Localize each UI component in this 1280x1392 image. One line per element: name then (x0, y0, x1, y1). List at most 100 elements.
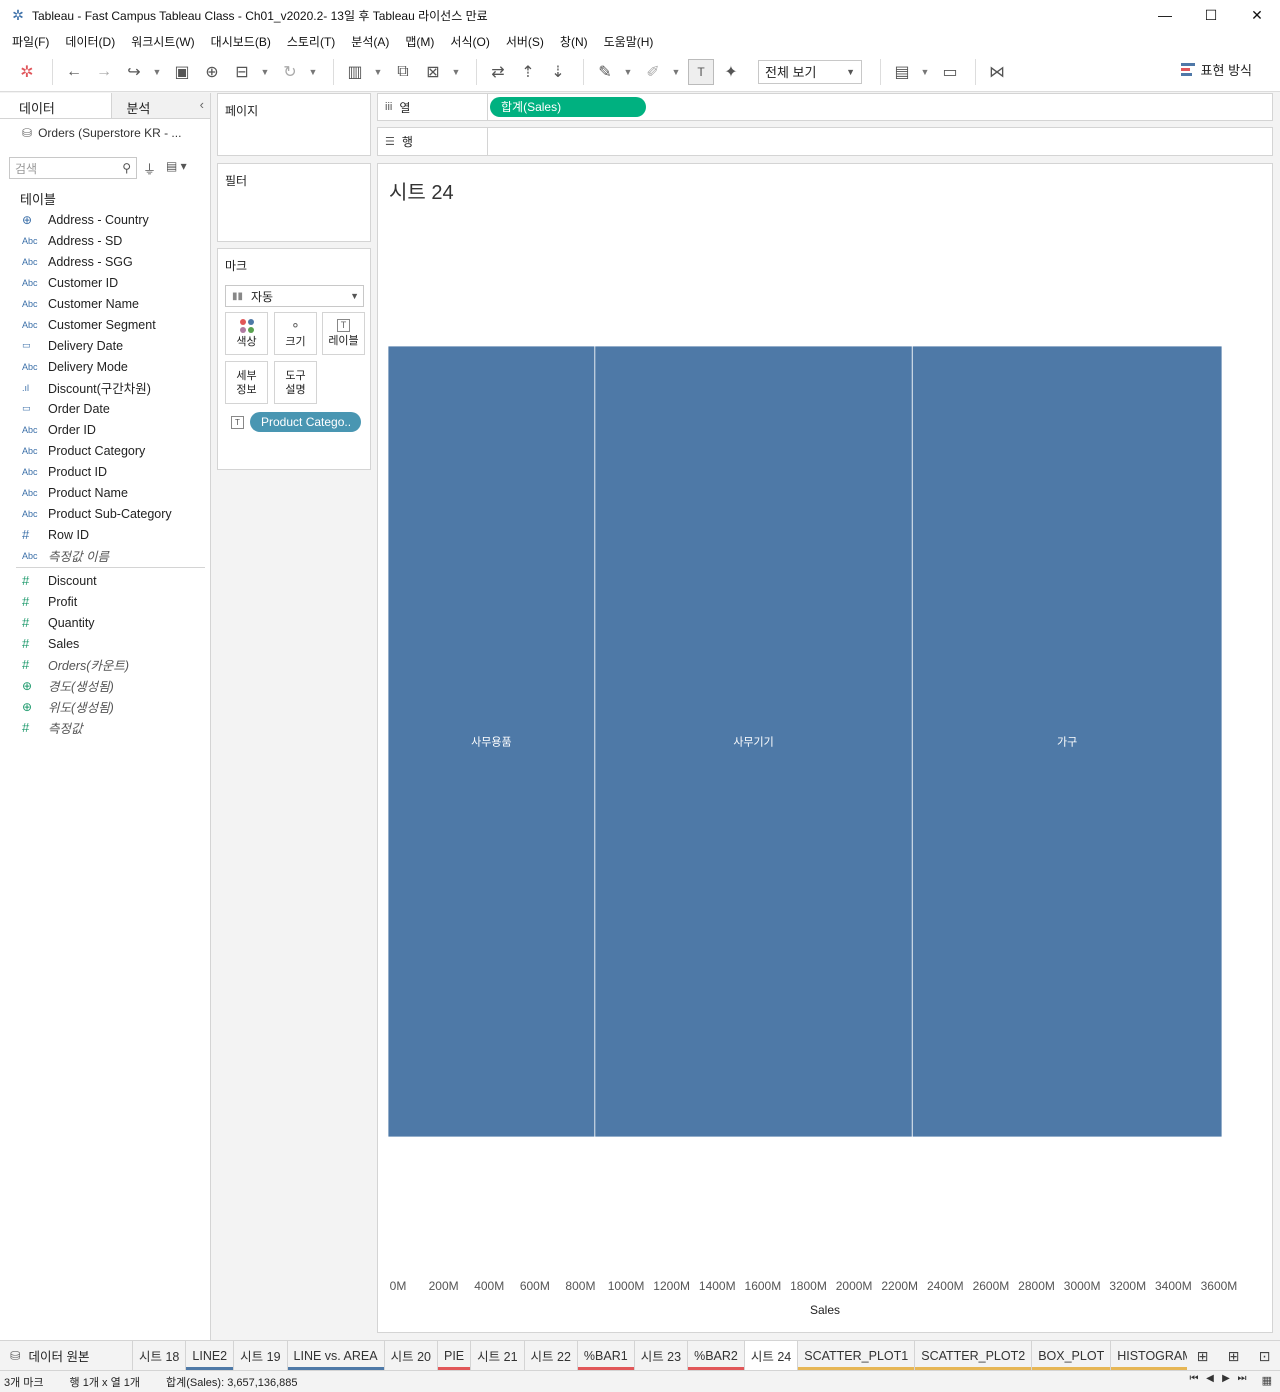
show-me-button[interactable]: 표현 방식 (1180, 60, 1252, 79)
show-cards-icon[interactable]: ▤ (889, 59, 915, 85)
group-dropdown-icon[interactable]: ▼ (670, 59, 682, 85)
field-item[interactable]: # Profit (0, 591, 211, 612)
new-datasource-icon[interactable]: ⊕ (199, 59, 225, 85)
columns-shelf[interactable]: iii 열 합계(Sales) (377, 93, 1273, 121)
search-input[interactable]: 검색 ⚲ (9, 157, 137, 179)
sheet-tab[interactable]: BOX_PLOT (1032, 1341, 1112, 1370)
sheet-tab[interactable]: 시트 21 (471, 1341, 525, 1370)
sort-ascending-icon[interactable]: ⇡ (515, 59, 541, 85)
field-item[interactable]: Abc Delivery Mode (0, 356, 211, 377)
field-item[interactable]: ▭ Delivery Date (0, 335, 211, 356)
prev-sheet-icon[interactable]: ◀ (1202, 1373, 1218, 1384)
field-item[interactable]: Abc Product Name (0, 482, 211, 503)
collapse-pane-icon[interactable]: ‹ (200, 97, 204, 112)
save-icon[interactable]: ▣ (169, 59, 195, 85)
sheet-tab[interactable]: 시트 24 (744, 1341, 799, 1370)
size-button[interactable]: ⚬ 크기 (274, 312, 317, 355)
sheet-tab[interactable]: %BAR2 (688, 1341, 745, 1370)
highlight-dropdown-icon[interactable]: ▼ (622, 59, 634, 85)
sheet-sorter-icon[interactable]: ▦ (1262, 1374, 1272, 1387)
replay-icon[interactable]: ↪ (121, 59, 147, 85)
field-item[interactable]: Abc Product Category (0, 440, 211, 461)
pin-icon[interactable]: ✦ (718, 59, 744, 85)
field-item[interactable]: # Sales (0, 633, 211, 654)
menu-map[interactable]: 맵(M) (397, 33, 442, 50)
detail-button[interactable]: 세부 정보 (225, 361, 268, 404)
filter-icon[interactable]: ⏚ (143, 159, 156, 178)
sheet-tab[interactable]: 시트 22 (525, 1341, 578, 1370)
field-item[interactable]: # Quantity (0, 612, 211, 633)
menu-worksheet[interactable]: 워크시트(W) (123, 33, 202, 50)
redo-icon[interactable]: → (91, 59, 117, 85)
sheet-tab[interactable]: SCATTER_PLOT1 (798, 1341, 916, 1370)
x-axis-title[interactable]: Sales (810, 1303, 840, 1317)
field-item[interactable]: # Orders(카운트) (0, 654, 211, 675)
clear-sheet-icon[interactable]: ⊠ (420, 59, 446, 85)
field-item[interactable]: Abc Customer Name (0, 293, 211, 314)
first-sheet-icon[interactable]: ⏮ (1186, 1373, 1202, 1384)
group-icon[interactable]: ✐ (640, 59, 666, 85)
menu-dashboard[interactable]: 대시보드(B) (203, 33, 279, 50)
new-dashboard-tab-icon[interactable]: ⊞ (1218, 1348, 1249, 1365)
field-item[interactable]: ⊕ 경도(생성됨) (0, 675, 211, 696)
sheet-tab[interactable]: 시트 23 (635, 1341, 689, 1370)
close-button[interactable]: ✕ (1234, 0, 1280, 30)
menu-file[interactable]: 파일(F) (4, 33, 57, 50)
field-item[interactable]: # Discount (0, 570, 211, 591)
sheet-tab[interactable]: LINE2 (186, 1341, 235, 1370)
menu-story[interactable]: 스토리(T) (279, 33, 343, 50)
pages-card[interactable]: 페이지 (217, 93, 371, 156)
menu-server[interactable]: 서버(S) (498, 33, 552, 50)
mark-type-select[interactable]: ▮▮ 자동 ▼ (225, 285, 364, 307)
datasource-tab[interactable]: ⛁ 데이터 원본 (0, 1341, 133, 1370)
field-item[interactable]: # 측정값 (0, 717, 211, 738)
show-labels-icon[interactable]: T (688, 58, 714, 85)
view-list-icon[interactable]: ▤ ▾ (166, 159, 187, 173)
field-item[interactable]: Abc Product Sub-Category (0, 503, 211, 524)
sheet-tab[interactable]: SCATTER_PLOT2 (915, 1341, 1033, 1370)
sheet-tab[interactable]: 시트 19 (234, 1341, 288, 1370)
new-story-tab-icon[interactable]: ⊡ (1249, 1348, 1280, 1365)
sheet-tab[interactable]: %BAR1 (577, 1341, 635, 1370)
new-worksheet-tab-icon[interactable]: ⊞ (1187, 1348, 1218, 1365)
maximize-button[interactable]: ☐ (1188, 0, 1234, 30)
tableau-logo-icon[interactable]: ✲ (14, 59, 40, 85)
menu-analysis[interactable]: 분석(A) (343, 33, 397, 50)
field-item[interactable]: ⊕ 위도(생성됨) (0, 696, 211, 717)
new-worksheet-dropdown-icon[interactable]: ▼ (372, 59, 384, 85)
field-item[interactable]: .ıl Discount(구간차원) (0, 377, 211, 398)
field-item[interactable]: ▭ Order Date (0, 398, 211, 419)
menu-data[interactable]: 데이터(D) (57, 33, 123, 50)
duplicate-sheet-icon[interactable]: ⧉ (390, 59, 416, 85)
show-cards-dropdown-icon[interactable]: ▼ (919, 59, 931, 85)
sheet-tab[interactable]: LINE vs. AREA (287, 1341, 385, 1370)
sheet-tab[interactable]: 시트 18 (133, 1341, 187, 1370)
fit-select[interactable]: 전체 보기 ▼ (758, 59, 862, 84)
label-button[interactable]: T 레이블 (322, 312, 365, 355)
share-icon[interactable]: ⋈ (984, 59, 1010, 85)
refresh-icon[interactable]: ↻ (277, 59, 303, 85)
pause-updates-icon[interactable]: ⊟ (229, 59, 255, 85)
refresh-dropdown-icon[interactable]: ▼ (307, 59, 319, 85)
last-sheet-icon[interactable]: ⏭ (1234, 1373, 1250, 1384)
field-item[interactable]: Abc 측정값 이름 (0, 545, 211, 566)
replay-dropdown-icon[interactable]: ▼ (151, 59, 163, 85)
rows-shelf[interactable]: ☰ 행 (377, 127, 1273, 156)
next-sheet-icon[interactable]: ▶ (1218, 1373, 1234, 1384)
field-item[interactable]: Abc Customer Segment (0, 314, 211, 335)
presentation-icon[interactable]: ▭ (937, 59, 963, 85)
filters-card[interactable]: 필터 (217, 163, 371, 242)
menu-window[interactable]: 창(N) (552, 33, 596, 50)
datasource-item[interactable]: ⛁ Orders (Superstore KR - ... (0, 119, 210, 147)
clear-dropdown-icon[interactable]: ▼ (450, 59, 462, 85)
menu-format[interactable]: 서식(O) (442, 33, 497, 50)
undo-icon[interactable]: ← (61, 59, 87, 85)
highlight-icon[interactable]: ✎ (592, 59, 618, 85)
field-item[interactable]: Abc Address - SD (0, 230, 211, 251)
pause-dropdown-icon[interactable]: ▼ (259, 59, 271, 85)
new-worksheet-icon[interactable]: ▥ (342, 59, 368, 85)
field-item[interactable]: Abc Address - SGG (0, 251, 211, 272)
tooltip-button[interactable]: 도구 설명 (274, 361, 317, 404)
field-item[interactable]: Abc Product ID (0, 461, 211, 482)
field-item[interactable]: # Row ID (0, 524, 211, 545)
